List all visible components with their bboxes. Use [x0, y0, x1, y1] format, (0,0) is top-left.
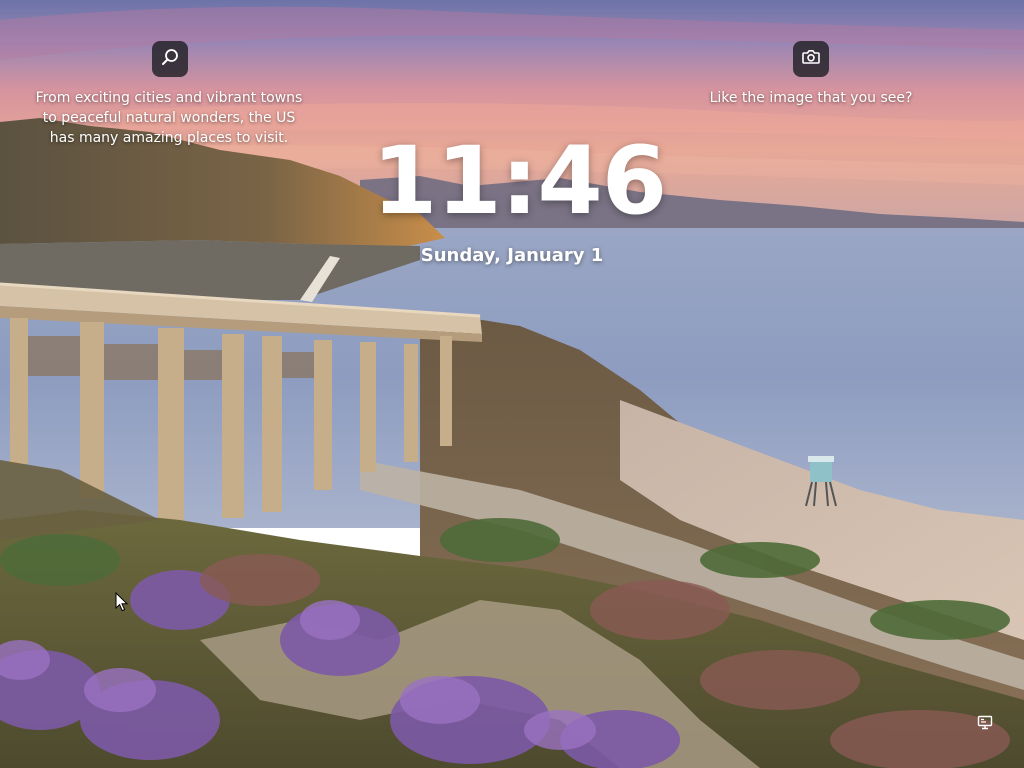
lock-screen-date: Sunday, January 1 — [420, 245, 604, 266]
mouse-cursor-icon — [115, 591, 129, 612]
network-status-button[interactable] — [974, 714, 996, 736]
lock-screen-clock: 11:46 — [372, 127, 667, 236]
learn-more-button[interactable] — [152, 41, 188, 77]
like-image-button[interactable] — [793, 41, 829, 77]
search-icon — [160, 47, 180, 71]
like-image-prompt[interactable]: Like the image that you see? — [700, 88, 922, 108]
ethernet-icon — [976, 714, 994, 736]
camera-icon — [801, 47, 821, 71]
spotlight-description: From exciting cities and vibrant towns t… — [35, 90, 303, 146]
